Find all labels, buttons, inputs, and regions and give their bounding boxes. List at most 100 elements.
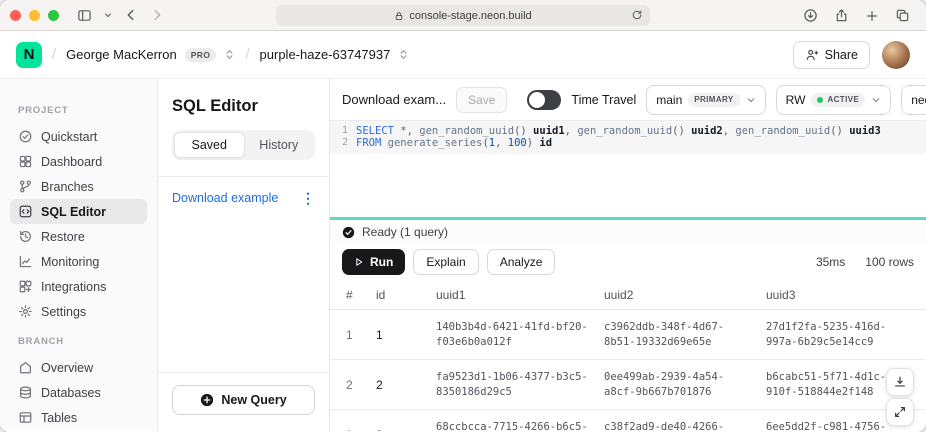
column-header: # (346, 288, 376, 302)
downloads-icon[interactable] (803, 8, 818, 23)
table-row[interactable]: 11140b3b4d-6421-41fd-bf20-f03e6b0a012fc3… (330, 310, 926, 360)
database-select[interactable]: neondb (901, 85, 926, 115)
code-lines: 1SELECT *, gen_random_uuid() uuid1, gen_… (330, 121, 926, 154)
chevron-down-icon (871, 95, 881, 105)
monitoring-icon (18, 254, 33, 269)
sidebar-item-label: Monitoring (41, 255, 99, 269)
branch-select[interactable]: main PRIMARY (646, 85, 765, 115)
sidebar-section-label: PROJECT (18, 105, 147, 116)
code-text: SELECT *, gen_random_uuid() uuid1, gen_r… (356, 125, 881, 137)
sidebar-toggle-icon[interactable] (77, 8, 92, 23)
sidebar-item-settings[interactable]: Settings (10, 299, 147, 324)
person-plus-icon (805, 48, 819, 62)
url-text: console-stage.neon.build (409, 10, 531, 22)
code-text: FROM generate_series(1, 100) id (356, 137, 552, 149)
table-cell: c38f2ad9-de40-4266-a918-ae947c732ed0 (604, 420, 766, 432)
results-table: #iduuid1uuid2uuid3 11140b3b4d-6421-41fd-… (330, 280, 926, 431)
tables-icon (18, 410, 33, 425)
saved-query-list: Download example ⋮ (158, 177, 329, 372)
results-body: 11140b3b4d-6421-41fd-bf20-f03e6b0a012fc3… (330, 310, 926, 431)
page-title: SQL Editor (172, 97, 315, 116)
breadcrumb-separator: / (52, 46, 56, 63)
sidebar-item-sql-editor[interactable]: SQL Editor (10, 199, 147, 224)
explain-button[interactable]: Explain (413, 249, 478, 275)
column-header: uuid3 (766, 288, 926, 302)
kebab-menu-icon[interactable]: ⋮ (301, 191, 315, 205)
reload-icon[interactable] (631, 9, 643, 21)
status-bar: Ready (1 query) (330, 220, 926, 244)
chevron-up-down-icon[interactable] (398, 49, 409, 60)
chevron-down-icon[interactable] (104, 11, 112, 19)
breadcrumb-separator: / (245, 46, 249, 63)
minimize-window-button[interactable] (29, 10, 40, 21)
expand-results-button[interactable] (886, 398, 914, 426)
sidebar-item-label: Restore (41, 230, 85, 244)
back-icon[interactable] (124, 8, 138, 22)
tab-history[interactable]: History (245, 132, 314, 158)
project-selector[interactable]: purple-haze-63747937 (260, 47, 391, 62)
tab-overview-icon[interactable] (895, 8, 910, 23)
compute-select[interactable]: RW ACTIVE (776, 85, 892, 115)
neon-logo[interactable]: N (16, 42, 42, 68)
settings-icon (18, 304, 33, 319)
analyze-button[interactable]: Analyze (487, 249, 556, 275)
sql-editor-area[interactable]: 1SELECT *, gen_random_uuid() uuid1, gen_… (330, 121, 926, 217)
sql-editor-icon (18, 204, 33, 219)
chevron-down-icon (746, 95, 756, 105)
tab-saved[interactable]: Saved (174, 132, 245, 158)
user-avatar[interactable] (882, 41, 910, 69)
quickstart-icon (18, 129, 33, 144)
play-icon (354, 257, 364, 267)
close-window-button[interactable] (10, 10, 21, 21)
save-button[interactable]: Save (456, 87, 507, 113)
zoom-window-button[interactable] (48, 10, 59, 21)
sidebar-item-label: Dashboard (41, 155, 102, 169)
table-row[interactable]: 3368ccbcca-7715-4266-b6c5-9f7a14ea6e5ec3… (330, 410, 926, 431)
forward-icon[interactable] (150, 8, 164, 22)
sidebar-item-roles[interactable]: Roles (10, 430, 147, 431)
sidebar-item-label: Overview (41, 361, 93, 375)
browser-toolbar: console-stage.neon.build (0, 0, 926, 31)
lock-icon (394, 11, 404, 21)
address-bar[interactable]: console-stage.neon.build (276, 5, 650, 26)
org-name[interactable]: George MacKerron (66, 47, 177, 62)
sidebar-item-databases[interactable]: Databases (10, 380, 147, 405)
sidebar-item-tables[interactable]: Tables (10, 405, 147, 430)
sidebar-item-branches[interactable]: Branches (10, 174, 147, 199)
window-controls (10, 10, 59, 21)
sidebar-item-dashboard[interactable]: Dashboard (10, 149, 147, 174)
table-cell: 2 (376, 378, 436, 392)
chevron-up-down-icon[interactable] (224, 49, 235, 60)
plan-badge: PRO (185, 48, 217, 62)
time-travel-toggle[interactable] (527, 90, 561, 110)
query-title[interactable]: Download exam... (342, 92, 446, 107)
databases-icon (18, 385, 33, 400)
table-cell: fa9523d1-1b06-4377-b3c5-8350186d29c5 (436, 370, 604, 400)
restore-icon (18, 229, 33, 244)
sidebar-section-label: BRANCH (18, 336, 147, 347)
line-number: 2 (330, 137, 356, 149)
sidebar-item-integrations[interactable]: Integrations (10, 274, 147, 299)
run-button[interactable]: Run (342, 249, 405, 275)
sidebar-item-restore[interactable]: Restore (10, 224, 147, 249)
run-label: Run (370, 255, 393, 269)
table-cell: 1 (376, 328, 436, 342)
sidebar-item-quickstart[interactable]: Quickstart (10, 124, 147, 149)
active-badge: ACTIVE (811, 93, 865, 107)
query-duration: 35ms (816, 255, 845, 269)
saved-query-item[interactable]: Download example ⋮ (158, 177, 329, 219)
column-header: uuid2 (604, 288, 766, 302)
new-tab-icon[interactable] (865, 9, 879, 23)
new-query-button[interactable]: New Query (172, 385, 315, 415)
sidebar-item-monitoring[interactable]: Monitoring (10, 249, 147, 274)
share-button[interactable]: Share (793, 41, 870, 69)
saved-query-label: Download example (172, 191, 278, 205)
table-cell: 0ee499ab-2939-4a54-a8cf-9b667b701876 (604, 370, 766, 400)
row-count: 100 rows (865, 255, 914, 269)
query-tabs: SavedHistory (172, 130, 315, 160)
dashboard-icon (18, 154, 33, 169)
share-icon[interactable] (834, 8, 849, 23)
download-results-button[interactable] (886, 368, 914, 396)
sidebar-item-overview[interactable]: Overview (10, 355, 147, 380)
table-row[interactable]: 22fa9523d1-1b06-4377-b3c5-8350186d29c50e… (330, 360, 926, 410)
